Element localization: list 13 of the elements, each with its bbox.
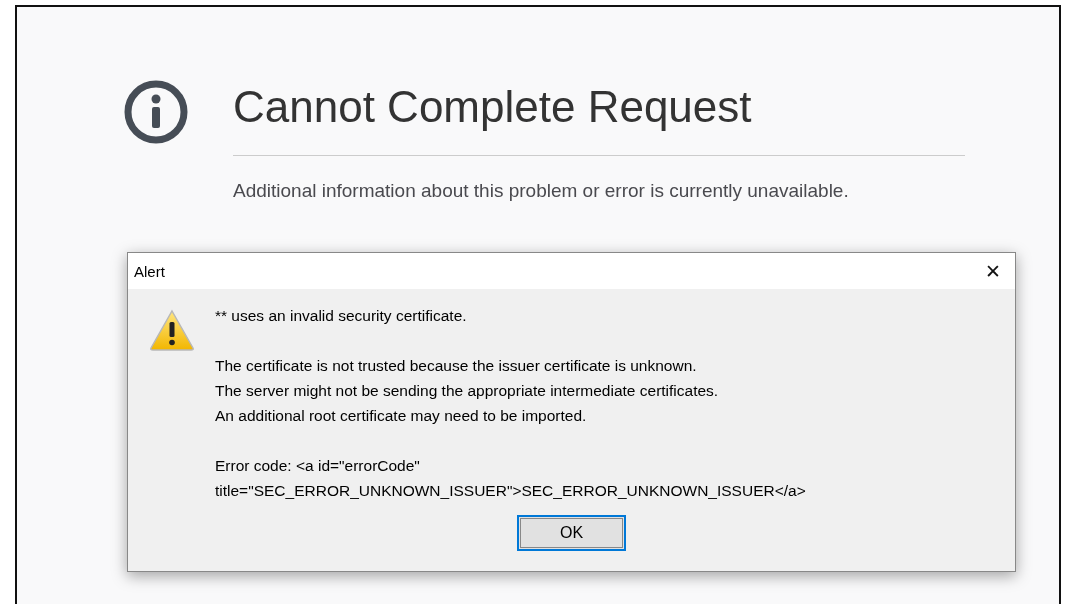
info-icon bbox=[123, 79, 189, 145]
description-text: Additional information about this problem or error is currently unavailable. bbox=[233, 180, 850, 202]
message-line: title="SEC_ERROR_UNKNOWN_ISSUER">SEC_ERROR_UNKNOWN_ISSUER</a> bbox=[215, 481, 806, 501]
message-line: The certificate is not trusted because the issuer certificate is unknown. bbox=[215, 356, 698, 376]
page-title: Cannot Complete Request bbox=[233, 75, 965, 156]
message-line: The server might not be sending the appropriate intermediate certificates. bbox=[215, 381, 720, 401]
message-line: An additional root certificate may need to be imported. bbox=[215, 406, 588, 426]
alert-heading: ** uses an invalid security certificate. bbox=[215, 306, 468, 326]
close-button[interactable]: ✕ bbox=[971, 253, 1015, 289]
dialog-title: Alert bbox=[134, 262, 165, 280]
message-line: Error code: <a id="errorCode" bbox=[215, 456, 421, 476]
warning-icon bbox=[149, 309, 195, 351]
ok-button[interactable]: OK bbox=[517, 515, 626, 551]
